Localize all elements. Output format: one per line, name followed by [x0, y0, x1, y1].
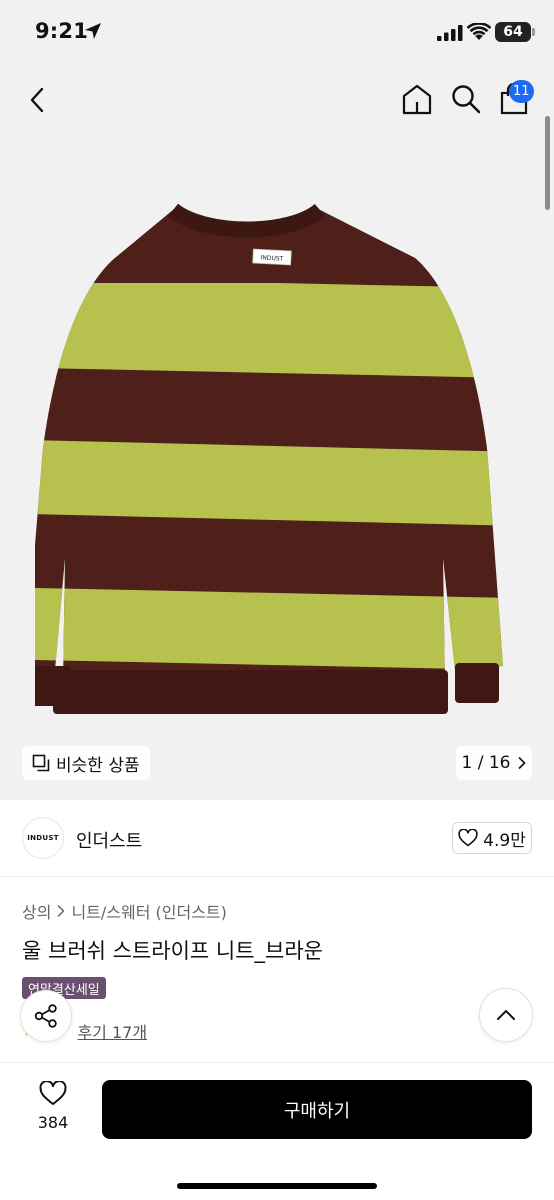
buy-button[interactable]: 구매하기	[102, 1080, 532, 1139]
battery-tip	[532, 28, 535, 36]
breadcrumb-item-category[interactable]: 상의	[22, 899, 51, 923]
home-indicator	[177, 1183, 377, 1189]
cellular-signal-icon	[437, 25, 463, 41]
product-title: 울 브러쉬 스트라이프 니트_브라운	[22, 939, 324, 963]
scroll-indicator	[545, 116, 550, 210]
battery-indicator: 64	[495, 22, 531, 42]
back-button[interactable]	[22, 84, 52, 116]
product-image-area: 9:21 64 11 INDUST 비슷한 상품 1 / 16	[0, 0, 554, 800]
status-bar: 9:21 64	[0, 0, 554, 66]
status-time: 9:21	[35, 19, 89, 43]
brand-logo-text: INDUST	[27, 834, 59, 842]
search-icon	[452, 85, 481, 114]
similar-products-button[interactable]: 비슷한 상품	[22, 746, 150, 780]
brand-like-count: 4.9만	[483, 830, 526, 851]
chevron-right-icon	[58, 905, 65, 917]
similar-products-label: 비슷한 상품	[56, 755, 140, 776]
wishlist-count: 384	[37, 1113, 69, 1132]
product-photo-sweater[interactable]: INDUST	[35, 198, 515, 738]
similar-products-icon	[32, 754, 50, 772]
wishlist-button[interactable]: 384	[26, 1081, 80, 1132]
location-arrow-icon	[85, 23, 101, 39]
cart-count-badge: 11	[509, 80, 534, 103]
scroll-to-top-button[interactable]	[479, 988, 533, 1042]
wifi-icon	[467, 23, 491, 40]
breadcrumb: 상의 니트/스웨터 (인더스트)	[22, 899, 227, 923]
chevron-right-icon	[519, 757, 526, 769]
heart-outline-icon	[39, 1081, 67, 1105]
brand-row: INDUST 인더스트 4.9만	[0, 800, 554, 877]
heart-outline-icon	[458, 829, 478, 847]
image-counter[interactable]: 1 / 16	[456, 746, 532, 780]
image-counter-text: 1 / 16	[461, 753, 511, 773]
home-button[interactable]	[400, 82, 434, 116]
home-icon	[402, 84, 432, 115]
brand-name[interactable]: 인더스트	[76, 827, 142, 853]
brand-like-button[interactable]: 4.9만	[452, 822, 532, 854]
share-icon	[34, 1004, 57, 1028]
brand-logo[interactable]: INDUST	[22, 817, 64, 859]
breadcrumb-item-subcategory[interactable]: 니트/스웨터 (인더스트)	[71, 899, 226, 923]
sweater-label: INDUST	[260, 254, 283, 262]
search-button[interactable]	[449, 82, 483, 116]
bottom-action-bar: 384 구매하기	[0, 1062, 554, 1200]
review-link[interactable]: 후기 17개	[77, 1019, 147, 1043]
chevron-left-icon	[30, 87, 44, 113]
chevron-up-icon	[497, 1010, 515, 1020]
share-button[interactable]	[20, 990, 72, 1042]
